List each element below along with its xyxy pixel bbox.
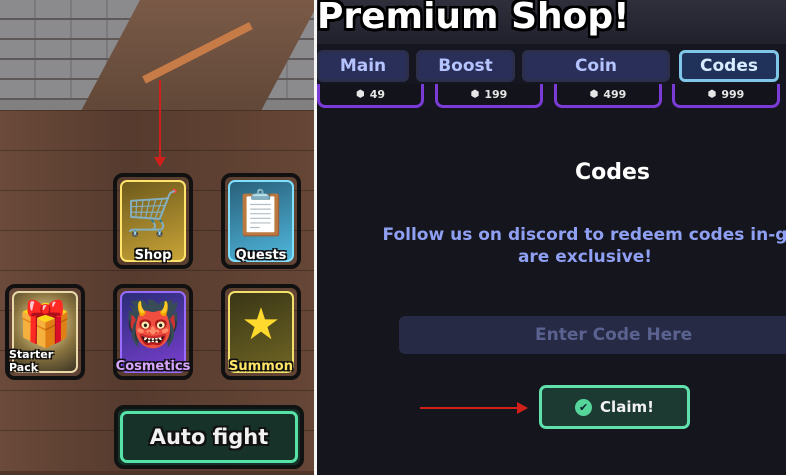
claim-button[interactable]: ✔ Claim! bbox=[539, 385, 690, 429]
annotation-arrow-shaft bbox=[159, 80, 161, 158]
price-card[interactable]: ⬢ 499 bbox=[554, 84, 662, 108]
quests-button[interactable]: 📋 Quests bbox=[221, 173, 301, 269]
starter-pack-button[interactable]: 🎁 Starter Pack bbox=[5, 284, 85, 380]
quests-button-label: Quests bbox=[235, 248, 287, 263]
star-icon: ★ bbox=[241, 299, 281, 350]
claim-button-label: Claim! bbox=[600, 398, 654, 416]
cosmetics-button-label: Cosmetics bbox=[115, 359, 191, 374]
summon-button-label: Summon bbox=[229, 359, 293, 374]
price-value: 199 bbox=[484, 88, 508, 101]
robux-icon: ⬢ bbox=[589, 89, 599, 100]
tab-codes[interactable]: Codes bbox=[679, 50, 779, 82]
summon-button[interactable]: ★ Summon bbox=[221, 284, 301, 380]
floor-board bbox=[0, 110, 314, 151]
price-value: 49 bbox=[369, 88, 386, 101]
shop-button-label: Shop bbox=[134, 248, 172, 263]
robux-icon: ⬢ bbox=[470, 89, 480, 100]
tab-boost[interactable]: Boost bbox=[416, 50, 515, 82]
price-value: 499 bbox=[603, 88, 627, 101]
tab-main[interactable]: Main bbox=[317, 50, 409, 82]
price-card[interactable]: ⬢ 199 bbox=[435, 84, 543, 108]
annotation-arrow-head bbox=[517, 402, 528, 414]
cosmetics-button[interactable]: 👹 Cosmetics bbox=[113, 284, 193, 380]
premium-shop-panel: Premium Shop! Main Boost Coin Codes ⬢ 49 … bbox=[317, 0, 786, 475]
shopping-cart-icon: 🛒 bbox=[125, 188, 181, 239]
shop-title: Premium Shop! bbox=[317, 0, 630, 37]
demon-mask-icon: 👹 bbox=[125, 299, 181, 350]
codes-section-title: Codes bbox=[575, 160, 651, 185]
annotation-arrow-shaft bbox=[420, 407, 520, 409]
tab-coin[interactable]: Coin bbox=[522, 50, 670, 82]
auto-fight-label: Auto fight bbox=[149, 425, 269, 449]
robux-icon: ⬢ bbox=[707, 89, 717, 100]
checkmark-icon: ✔ bbox=[575, 398, 593, 416]
starter-pack-button-label: Starter Pack bbox=[9, 348, 54, 374]
annotation-arrow-head bbox=[154, 157, 166, 167]
codes-description-line: are exclusive! bbox=[517, 247, 653, 267]
price-card[interactable]: ⬢ 49 bbox=[317, 84, 424, 108]
price-card[interactable]: ⬢ 999 bbox=[672, 84, 780, 108]
price-value: 999 bbox=[721, 88, 745, 101]
gift-icon: 🎁 bbox=[17, 299, 73, 350]
shop-button[interactable]: 🛒 Shop bbox=[113, 173, 193, 269]
auto-fight-button[interactable]: Auto fight bbox=[114, 405, 304, 469]
game-viewport: 🛒 Shop 📋 Quests 🎁 Starter Pack 👹 Cosmeti… bbox=[0, 0, 314, 475]
robux-icon: ⬢ bbox=[355, 89, 365, 100]
clipboard-check-icon: 📋 bbox=[233, 188, 289, 239]
code-input-field[interactable] bbox=[399, 316, 786, 354]
codes-description: Follow us on discord to redeem codes in-… bbox=[350, 224, 786, 268]
codes-description-line: Follow us on discord to redeem codes in-… bbox=[382, 225, 786, 245]
